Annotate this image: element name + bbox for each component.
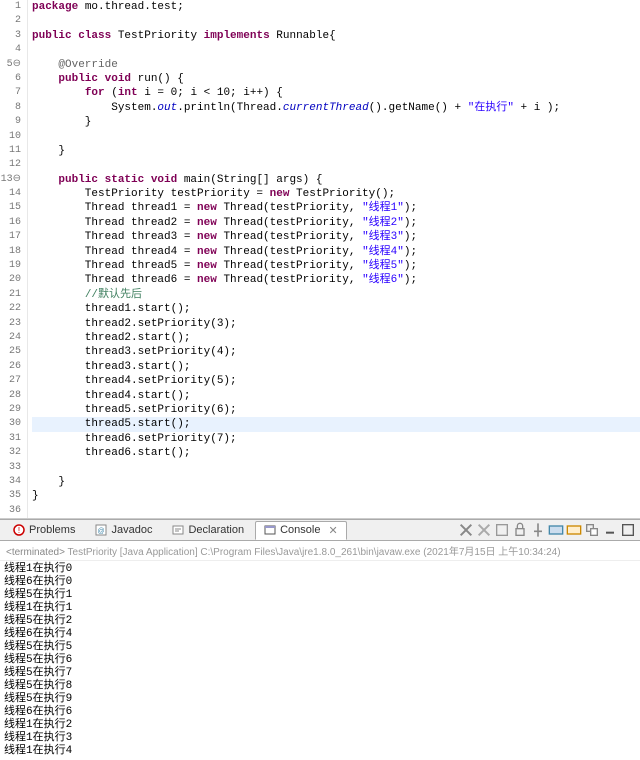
code-line[interactable]: public void run() { bbox=[32, 72, 640, 86]
code-line[interactable]: public class TestPriority implements Run… bbox=[32, 29, 640, 43]
code-line[interactable]: @Override bbox=[32, 58, 640, 72]
code-line[interactable] bbox=[32, 461, 640, 475]
console-icon bbox=[264, 524, 276, 536]
console-status: <terminated> TestPriority [Java Applicat… bbox=[0, 541, 640, 561]
console-line: 线程6在执行4 bbox=[4, 628, 636, 641]
code-line[interactable] bbox=[32, 504, 640, 518]
code-line[interactable]: thread3.setPriority(4); bbox=[32, 345, 640, 359]
console-line: 线程5在执行8 bbox=[4, 680, 636, 693]
code-line[interactable]: //默认先后 bbox=[32, 288, 640, 302]
bottom-tab-bar: ! Problems @ Javadoc Declaration Console… bbox=[0, 519, 640, 541]
tab-console[interactable]: Console ✕ bbox=[255, 521, 347, 540]
code-line[interactable]: thread2.setPriority(3); bbox=[32, 317, 640, 331]
code-line[interactable] bbox=[32, 158, 640, 172]
line-gutter: 12345⊖678910111213⊖141516171819202122232… bbox=[0, 0, 28, 518]
problems-icon: ! bbox=[13, 524, 25, 536]
code-line[interactable]: Thread thread5 = new Thread(testPriority… bbox=[32, 259, 640, 273]
display-console-icon[interactable] bbox=[548, 522, 564, 538]
code-line[interactable]: thread1.start(); bbox=[32, 302, 640, 316]
tab-problems[interactable]: ! Problems bbox=[4, 521, 84, 539]
console-line: 线程5在执行1 bbox=[4, 589, 636, 602]
clear-console-icon[interactable] bbox=[494, 522, 510, 538]
console-line: 线程1在执行1 bbox=[4, 602, 636, 615]
code-line[interactable]: thread6.setPriority(7); bbox=[32, 432, 640, 446]
maximize-icon[interactable] bbox=[620, 522, 636, 538]
console-line: 线程5在执行2 bbox=[4, 615, 636, 628]
code-line[interactable]: thread3.start(); bbox=[32, 360, 640, 374]
code-line[interactable]: package mo.thread.test; bbox=[32, 0, 640, 14]
code-line[interactable]: Thread thread6 = new Thread(testPriority… bbox=[32, 273, 640, 287]
code-area[interactable]: package mo.thread.test; public class Tes… bbox=[28, 0, 640, 518]
console-line: 线程5在执行5 bbox=[4, 641, 636, 654]
code-line[interactable]: public static void main(String[] args) { bbox=[32, 173, 640, 187]
open-console-icon[interactable] bbox=[566, 522, 582, 538]
code-line[interactable]: thread6.start(); bbox=[32, 446, 640, 460]
console-line: 线程1在执行4 bbox=[4, 745, 636, 758]
console-line: 线程5在执行7 bbox=[4, 667, 636, 680]
code-line[interactable]: thread2.start(); bbox=[32, 331, 640, 345]
tab-label: Problems bbox=[29, 524, 75, 536]
tab-label: Declaration bbox=[188, 524, 244, 536]
console-line: 线程6在执行6 bbox=[4, 706, 636, 719]
tab-label: Javadoc bbox=[111, 524, 152, 536]
code-line[interactable]: thread4.start(); bbox=[32, 389, 640, 403]
pin-console-icon[interactable] bbox=[530, 522, 546, 538]
console-line: 线程1在执行0 bbox=[4, 563, 636, 576]
tab-label: Console bbox=[280, 524, 320, 536]
code-line[interactable] bbox=[32, 14, 640, 28]
console-line: 线程1在执行2 bbox=[4, 719, 636, 732]
code-line[interactable]: thread4.setPriority(5); bbox=[32, 374, 640, 388]
code-line[interactable] bbox=[32, 43, 640, 57]
console-line: 线程6在执行0 bbox=[4, 576, 636, 589]
console-line: 线程5在执行9 bbox=[4, 693, 636, 706]
code-editor[interactable]: 12345⊖678910111213⊖141516171819202122232… bbox=[0, 0, 640, 519]
code-line[interactable] bbox=[32, 130, 640, 144]
code-line[interactable]: System.out.println(Thread.currentThread(… bbox=[32, 101, 640, 115]
javadoc-icon: @ bbox=[95, 524, 107, 536]
new-console-icon[interactable] bbox=[584, 522, 600, 538]
code-line[interactable]: } bbox=[32, 475, 640, 489]
console-output[interactable]: 线程1在执行0线程6在执行0线程5在执行1线程1在执行1线程5在执行2线程6在执… bbox=[0, 561, 640, 760]
tab-declaration[interactable]: Declaration bbox=[163, 521, 253, 539]
code-line[interactable]: Thread thread1 = new Thread(testPriority… bbox=[32, 201, 640, 215]
scroll-lock-icon[interactable] bbox=[512, 522, 528, 538]
remove-all-icon[interactable] bbox=[476, 522, 492, 538]
code-line[interactable]: Thread thread4 = new Thread(testPriority… bbox=[32, 245, 640, 259]
code-line[interactable]: } bbox=[32, 489, 640, 503]
code-line[interactable]: } bbox=[32, 144, 640, 158]
close-icon[interactable]: ✕ bbox=[328, 524, 337, 537]
code-line[interactable]: thread5.start(); bbox=[32, 417, 640, 431]
tab-javadoc[interactable]: @ Javadoc bbox=[86, 521, 161, 539]
svg-text:@: @ bbox=[98, 528, 105, 535]
console-toolbar bbox=[458, 522, 636, 538]
console-line: 线程5在执行6 bbox=[4, 654, 636, 667]
code-line[interactable]: for (int i = 0; i < 10; i++) { bbox=[32, 86, 640, 100]
svg-text:!: ! bbox=[18, 526, 20, 535]
remove-terminated-icon[interactable] bbox=[458, 522, 474, 538]
minimize-icon[interactable] bbox=[602, 522, 618, 538]
declaration-icon bbox=[172, 524, 184, 536]
console-line: 线程1在执行3 bbox=[4, 732, 636, 745]
code-line[interactable]: TestPriority testPriority = new TestPrio… bbox=[32, 187, 640, 201]
code-line[interactable]: thread5.setPriority(6); bbox=[32, 403, 640, 417]
code-line[interactable]: } bbox=[32, 115, 640, 129]
code-line[interactable]: Thread thread2 = new Thread(testPriority… bbox=[32, 216, 640, 230]
code-line[interactable]: Thread thread3 = new Thread(testPriority… bbox=[32, 230, 640, 244]
